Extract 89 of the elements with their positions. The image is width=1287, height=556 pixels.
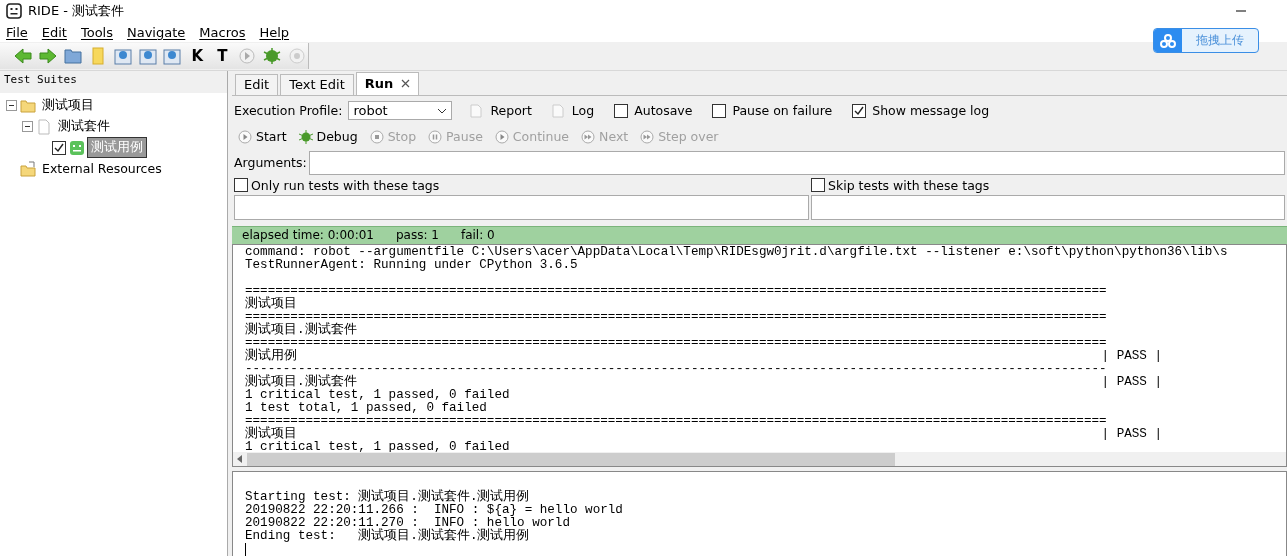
pause-icon (428, 129, 443, 144)
output-line: 1 test total, 1 passed, 0 failed (245, 400, 487, 415)
tags-field[interactable] (234, 194, 809, 220)
play-icon (238, 129, 252, 144)
menu-item[interactable]: Macros (199, 24, 246, 40)
scrollbar-thumb[interactable] (247, 452, 895, 466)
collapse-toggle[interactable] (22, 121, 33, 132)
save-icon (163, 47, 182, 65)
app-icon (6, 3, 22, 19)
output-line: command: robot --argumentfile C:\Users\acer\AppData\Local\Temp\RIDEsgw0jrit.d\argfile.txt --listener e:\soft\python\python36\lib\s (245, 244, 1228, 259)
checkbox-label: Show message log (872, 103, 990, 119)
output-line: 测试用例 (245, 349, 297, 363)
output-line: 1 critical test, 1 passed, 0 failed (245, 439, 510, 452)
output-line: 测试项目.测试套件 (245, 375, 357, 389)
bug-icon (298, 129, 313, 144)
robot-face-icon (69, 139, 85, 156)
folder-icon (63, 47, 82, 65)
left-arrow-icon (13, 47, 32, 65)
scroll-left-icon[interactable] (237, 455, 243, 463)
bug-icon (263, 47, 282, 65)
menu-item[interactable]: Navigate (127, 24, 186, 40)
status-text: elapsed time: 0:00:01 (242, 228, 374, 243)
checkbox[interactable] (614, 103, 629, 118)
save-icon (113, 47, 132, 65)
window-title: RIDE - 测试套件 (28, 2, 125, 20)
field-label: Execution Profile: (234, 103, 343, 119)
run-control-button[interactable]: Start (234, 129, 291, 145)
stop-icon (288, 47, 307, 65)
tree-item[interactable]: External Resources (39, 160, 165, 177)
document-icon (470, 103, 483, 118)
arguments-field[interactable] (308, 150, 1285, 175)
stop-icon (369, 129, 384, 144)
toolbar-button[interactable] (36, 45, 59, 67)
log-line: Ending test: 测试项目.测试套件.测试用例 (245, 529, 530, 543)
output-line: 测试项目 (245, 296, 297, 311)
checkbox[interactable] (234, 178, 248, 193)
status-text: fail: 0 (460, 228, 495, 243)
output-line: 测试项目 (245, 427, 297, 441)
checkbox[interactable] (52, 140, 66, 155)
folder-icon (20, 97, 36, 114)
status-text: | PASS | (1101, 375, 1162, 389)
toolbar-button[interactable] (12, 45, 34, 67)
link[interactable]: Report (490, 103, 532, 119)
panel-title: Test Suites (0, 71, 227, 93)
checkbox-label: Autosave (634, 103, 693, 119)
menu-item[interactable]: Edit (41, 24, 67, 40)
tree-item[interactable]: 测试项目 (39, 96, 97, 115)
fast-forward-icon (581, 129, 596, 144)
checkbox[interactable] (852, 103, 867, 118)
output-line: 测试项目.测试套件 (245, 322, 357, 337)
output-line: 1 critical test, 1 passed, 0 failed (245, 387, 510, 402)
cloud-icon (1160, 33, 1176, 48)
play-icon (238, 47, 257, 65)
play-icon (494, 129, 509, 144)
log-line: Starting test: 测试项目.测试套件.测试用例 (245, 490, 530, 504)
right-arrow-icon (38, 47, 57, 65)
toolbar-button[interactable]: T (211, 45, 234, 67)
chevron-down-icon (437, 107, 448, 114)
tags-field[interactable] (811, 194, 1285, 220)
fast-forward-icon (640, 129, 655, 144)
field-label: Arguments: (234, 155, 307, 171)
folder-icon (20, 160, 36, 177)
status-text: pass: 1 (396, 228, 439, 243)
checkbox-label: Skip tests with these tags (828, 177, 990, 193)
save-icon (138, 47, 157, 65)
status-text: | PASS | (1101, 427, 1162, 441)
text-cursor (245, 543, 246, 556)
file-icon (36, 118, 52, 135)
document-icon (551, 103, 564, 118)
menu-item[interactable]: Tools (80, 24, 113, 40)
checkbox[interactable] (712, 103, 727, 118)
tab[interactable]: Run (355, 71, 420, 95)
checkbox-label: Only run tests with these tags (251, 177, 440, 193)
profile-dropdown[interactable]: robot (348, 101, 453, 121)
tab[interactable]: Edit (235, 73, 279, 95)
close-icon[interactable] (401, 79, 411, 89)
run-control-button[interactable]: Debug (294, 129, 362, 145)
output-line: TestRunnerAgent: Running under CPython 3.6.5 (245, 257, 578, 272)
collapse-toggle[interactable] (6, 100, 17, 111)
log-line: 20190822 22:20:11.266 : INFO : ${a} = hello world (245, 503, 623, 517)
tree-item[interactable]: 测试套件 (55, 117, 113, 136)
checkbox-label: Pause on failure (732, 103, 833, 119)
checkbox[interactable] (811, 178, 825, 193)
tab[interactable]: Text Edit (280, 73, 354, 95)
toolbar-button[interactable]: K (186, 45, 209, 67)
link[interactable]: Log (571, 103, 595, 119)
menu-item[interactable]: File (6, 24, 28, 40)
menu-item[interactable]: Help (259, 24, 290, 40)
status-text: | PASS | (1101, 349, 1162, 363)
